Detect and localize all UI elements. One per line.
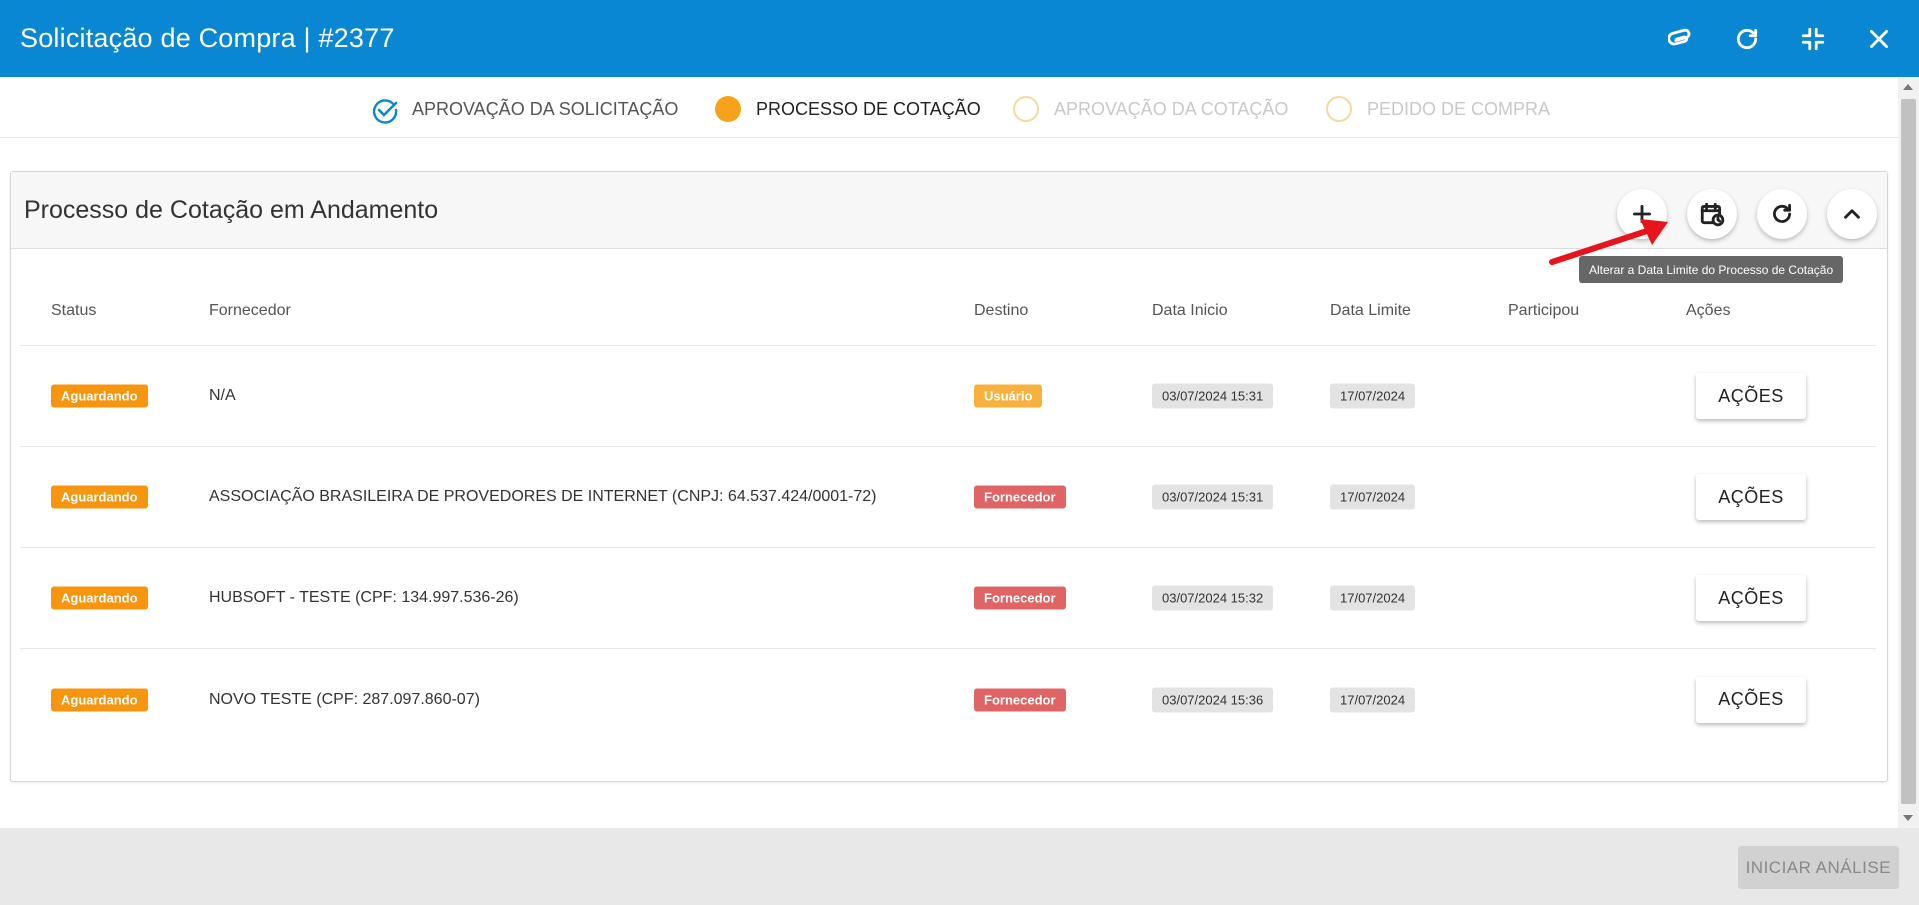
header-actions [1661,0,1899,77]
card-header: Processo de Cotação em Andamento [11,172,1887,249]
destino-badge: Fornecedor [974,485,1066,509]
stepper: APROVAÇÃO DA SOLICITAÇÃO PROCESSO DE COT… [0,77,1898,138]
dialog-footer: INICIAR ANÁLISE [0,828,1919,905]
window-header: Solicitação de Compra | #2377 [0,0,1919,77]
acoes-button[interactable]: AÇÕES [1696,676,1806,723]
pending-dot-icon [1326,96,1352,122]
step-label: PEDIDO DE COMPRA [1367,98,1551,119]
step-aprovacao-cotacao[interactable]: APROVAÇÃO DA COTAÇÃO [1013,94,1288,124]
close-icon [1870,29,1888,48]
fornecedor-cell: HUBSOFT - TESTE (CPF: 134.997.536-26) [209,589,519,606]
attach-button[interactable] [1661,19,1701,59]
scroll-thumb[interactable] [1901,99,1916,804]
table-row: Aguardando NOVO TESTE (CPF: 287.097.860-… [20,649,1876,750]
scrollbar[interactable] [1898,77,1919,828]
step-label: APROVAÇÃO DA COTAÇÃO [1054,98,1289,119]
add-fornecedor-button[interactable] [1617,189,1667,239]
header-participou[interactable]: Participou [1508,302,1579,320]
data-inicio-chip: 03/07/2024 15:36 [1152,687,1274,712]
destino-badge: Fornecedor [974,586,1066,610]
header-acoes: Ações [1686,302,1731,319]
minimize-icon [1801,27,1825,50]
close-button[interactable] [1859,19,1899,59]
step-processo-cotacao[interactable]: PROCESSO DE COTAÇÃO [715,94,981,124]
header-status[interactable]: Status [51,302,96,320]
table-header: Status Fornecedor Destino Data Inicio Da… [20,300,1876,346]
header-destino[interactable]: Destino [974,302,1028,320]
status-badge: Aguardando [51,485,148,509]
fornecedor-cell: ASSOCIAÇÃO BRASILEIRA DE PROVEDORES DE I… [209,488,877,505]
header-data-inicio[interactable]: Data Inicio [1152,302,1228,320]
table-row: Aguardando HUBSOFT - TESTE (CPF: 134.997… [20,548,1876,649]
step-label: APROVAÇÃO DA SOLICITAÇÃO [412,98,679,119]
refresh-icon [1773,203,1791,223]
iniciar-analise-button[interactable]: INICIAR ANÁLISE [1737,846,1899,889]
pending-dot-icon [1013,96,1039,122]
acoes-button[interactable]: AÇÕES [1696,575,1806,621]
window-title: Solicitação de Compra | #2377 [20,23,395,53]
data-limite-chip: 17/07/2024 [1330,687,1416,712]
chevron-up-icon [1844,209,1860,219]
alterar-data-limite-button[interactable] [1687,189,1737,239]
check-circle-icon [371,96,398,124]
header-data-limite[interactable]: Data Limite [1330,302,1411,320]
data-limite-chip: 17/07/2024 [1330,383,1416,409]
card-actions [1617,189,1877,239]
tooltip: Alterar a Data Limite do Processo de Cot… [1579,256,1844,283]
table-row: Aguardando N/A Usuário 03/07/2024 15:31 … [20,346,1876,447]
table-row: Aguardando ASSOCIAÇÃO BRASILEIRA DE PROV… [20,447,1876,548]
scroll-up-arrow-icon[interactable] [1903,84,1913,90]
status-badge: Aguardando [51,586,148,610]
refresh-icon [1736,28,1758,49]
reload-button[interactable] [1727,19,1767,59]
destino-badge: Usuário [974,384,1043,408]
data-inicio-chip: 03/07/2024 15:31 [1152,484,1274,510]
data-limite-chip: 17/07/2024 [1330,585,1416,611]
destino-badge: Fornecedor [974,688,1066,711]
step-aprovacao-solicitacao[interactable]: APROVAÇÃO DA SOLICITAÇÃO [371,94,678,124]
fornecedor-cell: NOVO TESTE (CPF: 287.097.860-07) [209,690,480,708]
status-badge: Aguardando [51,384,148,408]
collapse-card-button[interactable] [1827,189,1877,239]
active-dot-icon [715,96,741,122]
step-label: PROCESSO DE COTAÇÃO [756,98,981,119]
data-limite-chip: 17/07/2024 [1330,484,1416,510]
acoes-button[interactable]: AÇÕES [1696,373,1806,419]
plus-icon [1633,205,1651,223]
status-badge: Aguardando [51,688,148,711]
acoes-button[interactable]: AÇÕES [1696,474,1806,520]
header-fornecedor[interactable]: Fornecedor [209,302,291,320]
data-inicio-chip: 03/07/2024 15:31 [1152,383,1274,409]
refresh-card-button[interactable] [1757,189,1807,239]
minimize-button[interactable] [1793,19,1833,59]
paperclip-icon [1668,28,1691,45]
fornecedor-cell: N/A [209,387,236,404]
card-title: Processo de Cotação em Andamento [24,196,439,224]
scroll-down-arrow-icon[interactable] [1903,815,1913,821]
step-pedido-compra[interactable]: PEDIDO DE COMPRA [1326,94,1550,124]
calendar-clock-icon [1700,202,1725,227]
data-inicio-chip: 03/07/2024 15:32 [1152,585,1274,611]
